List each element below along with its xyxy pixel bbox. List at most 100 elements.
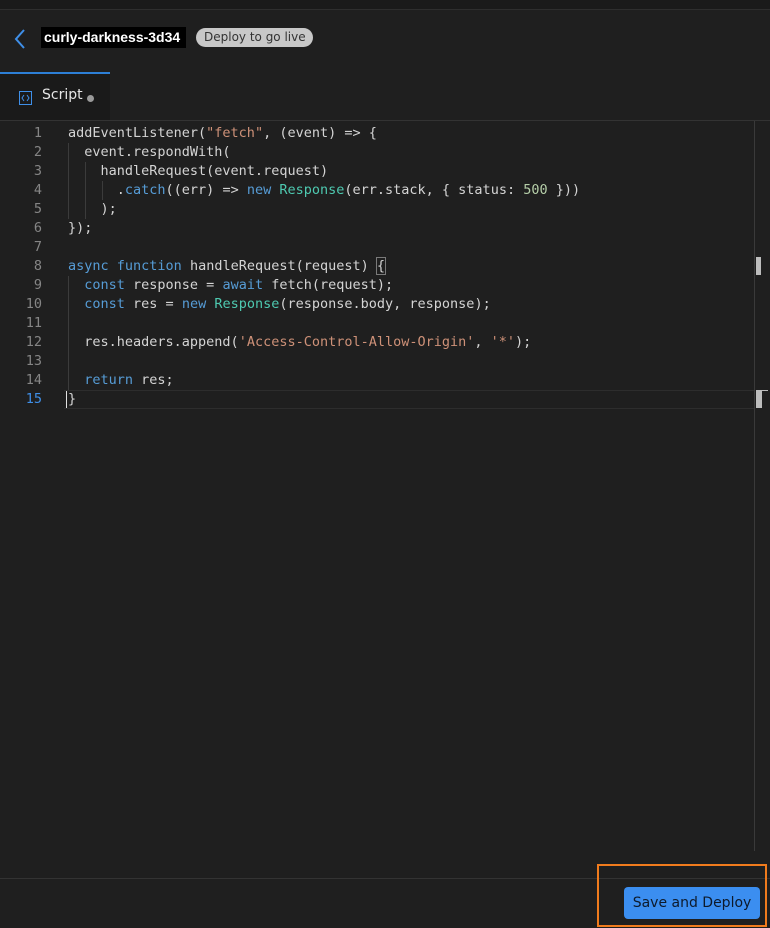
code-token: catch xyxy=(124,182,166,198)
code-line: 4 .catch((err) => new Response(err.stack… xyxy=(0,181,754,200)
editor-scrollbar[interactable] xyxy=(754,121,769,851)
line-number: 9 xyxy=(33,277,42,293)
code-text: .catch((err) => new Response(err.stack, … xyxy=(68,181,580,200)
code-line: 13 xyxy=(0,352,754,371)
code-token: (response.body, response); xyxy=(279,296,491,312)
header: curly-darkness-3d34 Deploy to go live xyxy=(0,10,770,72)
code-token: await xyxy=(222,277,264,293)
code-token: "fetch" xyxy=(206,125,264,141)
code-token: new xyxy=(246,182,272,198)
code-token: event.respondWith( xyxy=(68,144,231,160)
line-number: 15 xyxy=(25,391,42,407)
code-token: handleRequest(event.request) xyxy=(68,163,329,179)
code-token: ); xyxy=(68,201,117,217)
code-token: , (event) => { xyxy=(263,125,377,141)
top-strip xyxy=(0,0,770,10)
code-line: 10 const res = new Response(response.bod… xyxy=(0,295,754,314)
code-lines: 1 addEventListener("fetch", (event) => {2… xyxy=(0,124,754,409)
code-token: res = xyxy=(124,296,182,312)
code-token: } xyxy=(68,391,77,407)
code-line: 7 xyxy=(0,238,754,257)
code-line: 14 return res; xyxy=(0,371,754,390)
status-badge: Deploy to go live xyxy=(196,28,313,47)
code-text: const res = new Response(response.body, … xyxy=(68,295,491,314)
code-line: 11 xyxy=(0,314,754,333)
code-text: async function handleRequest(request) { xyxy=(68,257,387,276)
scrollbar-marker xyxy=(756,390,762,408)
code-token: '*' xyxy=(490,334,516,350)
code-file-icon xyxy=(19,90,32,105)
code-token: })) xyxy=(547,182,581,198)
line-number: 13 xyxy=(25,353,42,369)
worker-name[interactable]: curly-darkness-3d34 xyxy=(41,27,187,48)
code-token: 500 xyxy=(523,182,548,198)
code-token: . xyxy=(68,182,125,198)
text-cursor xyxy=(66,391,67,408)
code-token: const xyxy=(84,277,125,293)
code-token: Response xyxy=(214,296,280,312)
code-token: handleRequest(request) xyxy=(181,258,377,274)
code-text: return res; xyxy=(68,371,174,390)
code-editor[interactable]: 1 addEventListener("fetch", (event) => {2… xyxy=(0,121,754,878)
code-token: addEventListener( xyxy=(68,125,207,141)
code-line: 2 event.respondWith( xyxy=(0,143,754,162)
code-token: async xyxy=(68,258,109,274)
code-line: 6}); xyxy=(0,219,754,238)
code-token: const xyxy=(84,296,125,312)
scrollbar-marker xyxy=(756,257,761,275)
scrollbar-tick xyxy=(762,390,768,391)
line-number: 7 xyxy=(33,239,42,255)
line-number: 10 xyxy=(25,296,42,312)
code-line: 15} xyxy=(0,390,754,409)
tab-label: Script xyxy=(42,87,83,103)
code-line: 3 handleRequest(event.request) xyxy=(0,162,754,181)
code-token: response = xyxy=(124,277,223,293)
code-text: handleRequest(event.request) xyxy=(68,162,329,181)
code-line: 5 ); xyxy=(0,200,754,219)
code-token: ); xyxy=(515,334,532,350)
code-token: , xyxy=(474,334,491,350)
code-token: { xyxy=(375,257,387,275)
line-number: 1 xyxy=(33,125,42,141)
code-token: return xyxy=(84,372,134,388)
code-text: const response = await fetch(request); xyxy=(68,276,393,295)
code-token: function xyxy=(116,258,182,274)
line-number: 12 xyxy=(25,334,42,350)
code-token: res; xyxy=(133,372,174,388)
code-text: res.headers.append('Access-Control-Allow… xyxy=(68,333,531,352)
code-line: 12 res.headers.append('Access-Control-Al… xyxy=(0,333,754,352)
line-number: 14 xyxy=(25,372,42,388)
line-number: 4 xyxy=(33,182,42,198)
line-number: 8 xyxy=(33,258,42,274)
chevron-left-icon xyxy=(14,29,25,49)
code-text: ); xyxy=(68,200,117,219)
unsaved-indicator xyxy=(87,95,94,102)
code-token: fetch(request); xyxy=(263,277,394,293)
line-number: 6 xyxy=(33,220,42,236)
line-number: 3 xyxy=(33,163,42,179)
code-token: Response xyxy=(279,182,345,198)
code-line: 1 addEventListener("fetch", (event) => { xyxy=(0,124,754,143)
line-number: 5 xyxy=(33,201,42,217)
code-text: } xyxy=(68,390,76,409)
code-token: new xyxy=(181,296,207,312)
code-line: 8 async function handleRequest(request) { xyxy=(0,257,754,276)
tab-script[interactable]: Script xyxy=(0,72,110,120)
code-token: (err.stack, { status: xyxy=(344,182,524,198)
code-line: 9 const response = await fetch(request); xyxy=(0,276,754,295)
code-token: ((err) => xyxy=(165,182,247,198)
back-button[interactable] xyxy=(10,26,32,52)
code-text: event.respondWith( xyxy=(68,143,231,162)
code-text: addEventListener("fetch", (event) => { xyxy=(68,124,377,143)
code-token: 'Access-Control-Allow-Origin' xyxy=(238,334,475,350)
code-text: }); xyxy=(68,219,92,238)
line-number: 11 xyxy=(25,315,42,331)
tab-bar: Script xyxy=(0,72,770,121)
line-number: 2 xyxy=(33,144,42,160)
code-token: }); xyxy=(68,220,93,236)
save-and-deploy-button[interactable]: Save and Deploy xyxy=(624,887,760,919)
